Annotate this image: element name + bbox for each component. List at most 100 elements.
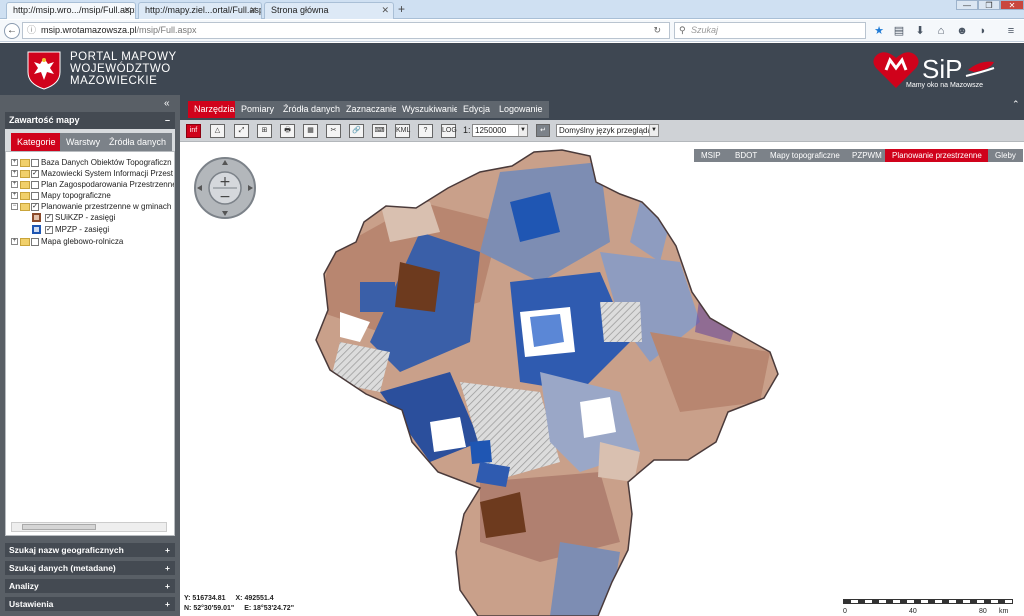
layer-button-gleby[interactable]: Gleby [988,149,1023,162]
kml-button[interactable]: KML [395,124,410,138]
tab-warstwy[interactable]: Warstwy [60,133,107,151]
tree-item[interactable]: + Mapy topograficzne [11,190,111,201]
download-icon[interactable]: ⬇ [913,24,927,38]
section-settings[interactable]: Ustawienia + [5,597,175,611]
map-contents-header[interactable]: Zawartość mapy – [5,112,175,129]
map-canvas[interactable] [180,142,1024,616]
home-icon[interactable]: ⌂ [934,24,948,38]
zoom-box-button[interactable]: ⊞ [257,124,272,138]
section-analyses[interactable]: Analizy + [5,579,175,593]
layer-button-planowanie[interactable]: Planowanie przestrzenne [885,149,989,162]
collapse-panel-icon[interactable]: « [164,98,170,109]
return-icon[interactable]: ↵ [536,124,550,137]
reload-icon[interactable]: ↻ [653,23,661,38]
layer-checkbox[interactable]: ✓ [31,169,39,178]
expand-icon[interactable]: + [11,170,18,178]
link-button[interactable]: 🔗 [349,124,364,138]
layer-tree-scrollbar[interactable] [11,522,167,532]
tab-kategorie[interactable]: Kategorie [11,133,62,151]
section-geo-search[interactable]: Szukaj nazw geograficznych + [5,543,175,557]
hamburger-menu-icon[interactable]: ≡ [1004,24,1018,38]
clip-tool-button[interactable]: ✂ [326,124,341,138]
tree-item[interactable]: + Plan Zagospodarowania Przestrzenne [11,179,174,190]
close-tab-icon[interactable]: ✕ [249,5,257,16]
expand-icon[interactable]: + [165,579,170,593]
collapse-toolbar-icon[interactable]: ⌃ [1012,99,1020,110]
scrollbar-thumb[interactable] [22,524,96,530]
scale-select[interactable]: 1250000 ▼ [472,124,528,137]
expand-icon[interactable]: + [11,159,18,167]
language-value: Domyślny język przeglądarki [559,126,659,135]
menu-zrodla-danych[interactable]: Źródła danych [277,101,347,118]
close-tab-icon[interactable]: ✕ [123,5,131,16]
layer-checkbox[interactable] [31,158,39,167]
layer-checkbox[interactable] [31,237,39,246]
new-tab-button[interactable]: + [398,2,405,16]
menu-logowanie[interactable]: Logowanie [493,101,549,118]
tree-item[interactable]: + Mapa glebowo-rolnicza [11,236,123,247]
tree-item[interactable]: + Baza Danych Obiektów Topograficzn [11,157,172,168]
menu-pomiary[interactable]: Pomiary [235,101,281,118]
measure-tool-button[interactable]: △ [210,124,225,138]
chevron-down-icon[interactable]: ▼ [649,125,658,136]
pocket-icon[interactable]: ◗ [976,24,990,38]
scale-label: km [999,608,1009,615]
reading-list-icon[interactable]: ▤ [892,24,906,38]
expand-icon[interactable]: + [11,192,18,200]
full-extent-button[interactable]: ⤢ [234,124,249,138]
collapse-tree-icon[interactable]: − [11,203,18,211]
expand-icon[interactable]: + [165,543,170,557]
voivodeship-map[interactable] [180,142,1024,616]
layer-checkbox[interactable] [31,180,39,189]
window-close-icon[interactable]: ✕ [1000,0,1024,10]
layer-checkbox[interactable]: ✓ [31,202,39,211]
layer-checkbox[interactable]: ✓ [45,225,53,234]
info-icon[interactable]: ⓘ [27,23,36,38]
menu-narzedzia[interactable]: Narzędzia [188,101,241,118]
tree-item[interactable]: − ✓ Planowanie przestrzenne w gminach [11,201,171,212]
menu-zaznaczanie[interactable]: Zaznaczanie [340,101,404,118]
browser-tab-1[interactable]: http://msip.wro.../msip/Full.aspx ✕ [6,2,136,19]
info-tool-button[interactable]: inf [186,124,201,138]
maximize-icon[interactable]: ❐ [978,0,1000,10]
menu-edycja[interactable]: Edycja [457,101,497,118]
help-button[interactable]: ? [418,124,433,138]
keyboard-button[interactable]: ⌨ [372,124,387,138]
chevron-down-icon[interactable]: ▼ [518,125,527,136]
expand-icon[interactable]: + [11,238,18,246]
collapse-icon[interactable]: – [165,112,170,129]
folder-icon [20,169,30,178]
layer-checkbox[interactable] [31,191,39,200]
tab-zrodla-danych[interactable]: Źródła danych [103,133,173,151]
log-button[interactable]: LOG [441,124,457,138]
browser-search-input[interactable]: ⚲ Szukaj [674,22,866,39]
menu-wyszukiwanie[interactable]: Wyszukiwanie [396,101,465,118]
layer-button-bdot[interactable]: BDOT [728,149,765,162]
address-bar[interactable]: ⓘ msip.wrotamazowsza.pl/msip/Full.aspx ↻ [22,22,670,39]
pan-zoom-control[interactable]: + − [193,156,257,220]
map-fill [316,150,778,616]
browser-tab-3[interactable]: Strona główna ✕ [264,2,394,19]
expand-icon[interactable]: + [11,181,18,189]
layer-button-pzpwm[interactable]: PZPWM [845,149,889,162]
portal-title-line: WOJEWÓDZTWO [70,63,171,75]
export-image-button[interactable]: ▦ [303,124,318,138]
layer-checkbox[interactable]: ✓ [45,213,53,222]
chat-icon[interactable]: ☻ [955,24,969,38]
close-tab-icon[interactable]: ✕ [381,5,389,16]
language-select[interactable]: Domyślny język przeglądarki ▼ [556,124,659,137]
bookmark-star-icon[interactable]: ★ [872,24,886,38]
minimize-icon[interactable]: — [956,0,978,10]
section-metadata-search[interactable]: Szukaj danych (metadane) + [5,561,175,575]
expand-icon[interactable]: + [165,597,170,611]
tree-item[interactable]: + ✓ Mazowiecki System Informacji Przest [11,168,173,179]
portal-title: PORTAL MAPOWY WOJEWÓDZTWO MAZOWIECKIE [70,51,177,87]
tree-item[interactable]: ✓ SUiKZP - zasięgi [32,212,115,223]
expand-icon[interactable]: + [165,561,170,575]
layer-button-mapy-topograficzne[interactable]: Mapy topograficzne [763,149,847,162]
layer-button-msip[interactable]: MSIP [694,149,728,162]
browser-tab-2[interactable]: http://mapy.ziel...ortal/Full.aspx ✕ [138,2,262,19]
back-arrow-icon[interactable]: ← [4,23,20,39]
tree-item[interactable]: ✓ MPZP - zasięgi [32,224,109,235]
print-button[interactable]: 🖶 [280,124,295,138]
